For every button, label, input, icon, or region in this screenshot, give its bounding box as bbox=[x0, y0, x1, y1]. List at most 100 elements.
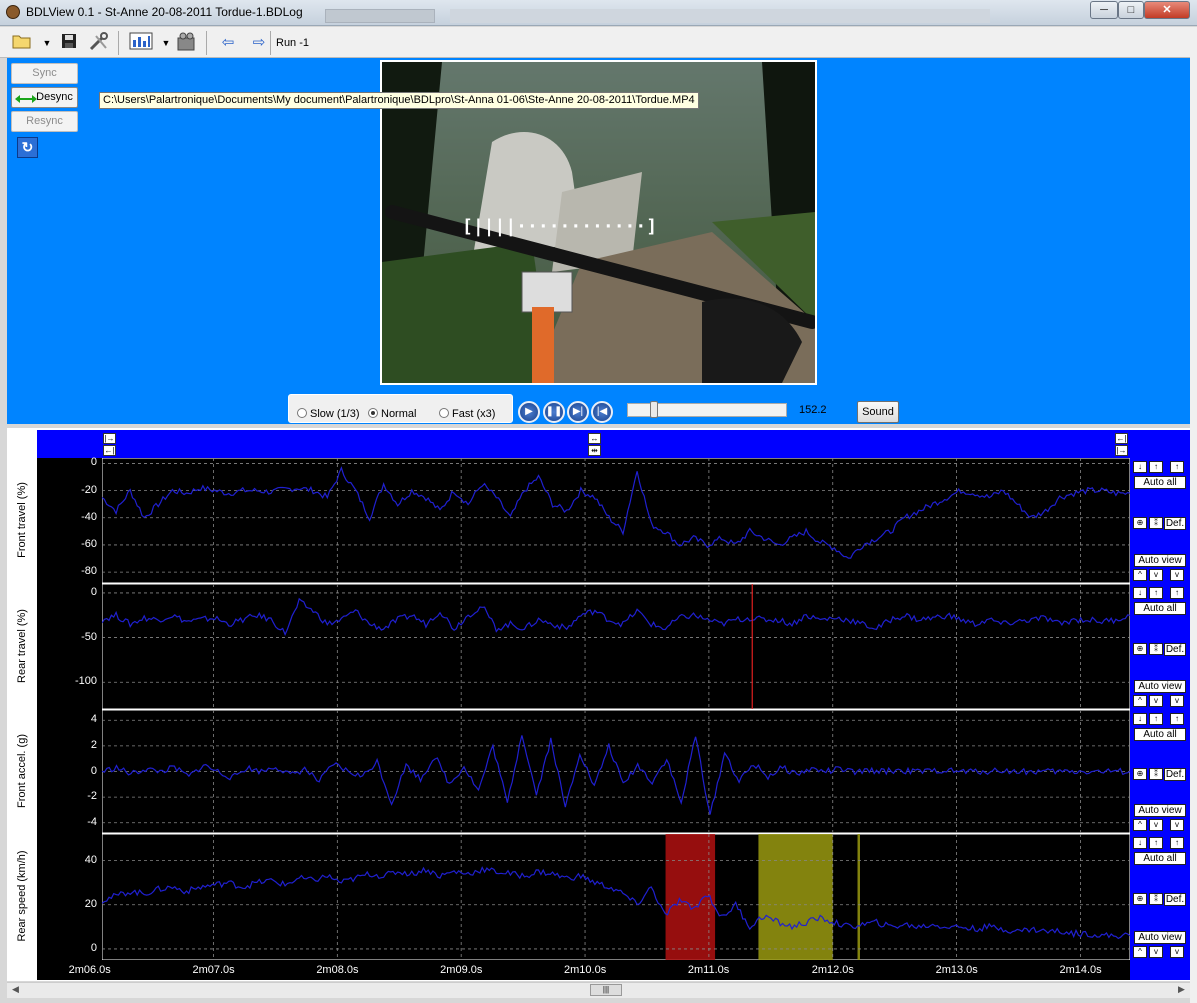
chart-0-auto-all-button[interactable]: Auto all bbox=[1134, 476, 1186, 489]
arrow-right-icon[interactable]: ⇨ bbox=[248, 32, 270, 54]
nav-start-left-icon[interactable]: ←| bbox=[103, 445, 116, 456]
chart-3-scroll-bottom-icon[interactable]: v bbox=[1170, 946, 1184, 958]
play-button[interactable]: ▶ bbox=[518, 401, 540, 423]
radio-slow-dot bbox=[297, 408, 307, 418]
toolbar-separator-3 bbox=[270, 31, 271, 55]
chart-3-scroll-down-icon[interactable]: ↓ bbox=[1133, 837, 1147, 849]
chart-2-shift-up-icon[interactable]: ↑ bbox=[1170, 713, 1184, 725]
chart-3-shift-down-icon[interactable]: ^ bbox=[1133, 946, 1147, 958]
chart-0-default-button[interactable]: Def. bbox=[1164, 517, 1186, 530]
chart-1-zoom-in-icon[interactable]: ⊕ bbox=[1133, 643, 1147, 655]
minimize-button[interactable]: ─ bbox=[1090, 1, 1118, 19]
chart-0-zoom-out-icon[interactable]: ⁑ bbox=[1149, 517, 1163, 529]
chart-1-scroll-bottom-icon[interactable]: v bbox=[1170, 695, 1184, 707]
chart-0-plot[interactable] bbox=[102, 458, 1130, 583]
scroll-left-icon[interactable]: ◀ bbox=[12, 984, 19, 995]
chart-3-zoom-out-icon[interactable]: ⁑ bbox=[1149, 893, 1163, 905]
maximize-button[interactable]: □ bbox=[1118, 1, 1144, 19]
chart-2-scroll-bottom-icon[interactable]: v bbox=[1170, 819, 1184, 831]
close-button[interactable]: ✕ bbox=[1144, 1, 1190, 19]
chart-2-ylabel-wrap: Front accel. (g) bbox=[8, 710, 36, 833]
chart-2-default-button[interactable]: Def. bbox=[1164, 768, 1186, 781]
nav-end-right-icon[interactable]: |→ bbox=[1115, 445, 1128, 456]
radio-fast-dot bbox=[439, 408, 449, 418]
video-slider-thumb[interactable] bbox=[649, 401, 658, 418]
resync-button[interactable]: Resync bbox=[11, 111, 78, 132]
speed-slow-label: Slow (1/3) bbox=[310, 408, 360, 420]
nav-expand-icon[interactable]: ↔ bbox=[588, 433, 601, 444]
chart-3-scale-up-icon[interactable]: ↑ bbox=[1149, 837, 1163, 849]
chart-0-shift-down-icon[interactable]: ^ bbox=[1133, 569, 1147, 581]
x-tick-1: 2m07.0s bbox=[192, 964, 235, 976]
pause-button[interactable]: ❚❚ bbox=[543, 401, 565, 423]
chart-icon[interactable] bbox=[128, 32, 154, 54]
arrow-left-icon[interactable]: ⇦ bbox=[217, 32, 239, 54]
speed-fast-radio[interactable]: Fast (x3) bbox=[439, 408, 495, 420]
chart-2-background bbox=[102, 710, 1130, 833]
chart-0-shift-up-icon[interactable]: ↑ bbox=[1170, 461, 1184, 473]
chart-1-scroll-down-icon[interactable]: ↓ bbox=[1133, 587, 1147, 599]
chart-3-auto-view-button[interactable]: Auto view bbox=[1134, 931, 1186, 944]
chart-1-plot[interactable] bbox=[102, 584, 1130, 709]
toolbar-separator bbox=[118, 31, 119, 55]
chart-3-plot[interactable] bbox=[102, 834, 1130, 960]
chart-2-zoom-in-icon[interactable]: ⊕ bbox=[1133, 768, 1147, 780]
scroll-right-icon[interactable]: ▶ bbox=[1178, 984, 1185, 995]
chart-3-zoom-in-icon[interactable]: ⊕ bbox=[1133, 893, 1147, 905]
chart-1-ylabel-wrap: Rear travel (%) bbox=[8, 584, 36, 709]
chart-3-highlight-2 bbox=[857, 834, 860, 960]
chart-0-scroll-bottom-icon[interactable]: v bbox=[1170, 569, 1184, 581]
open-dropdown-icon[interactable]: ▼ bbox=[36, 32, 58, 54]
next-frame-button[interactable]: ▶| bbox=[567, 401, 589, 423]
app-icon bbox=[6, 5, 20, 19]
chart-1-background bbox=[102, 584, 1130, 709]
chart-2-auto-all-button[interactable]: Auto all bbox=[1134, 728, 1186, 741]
vertical-scrollbar[interactable] bbox=[1190, 27, 1197, 1003]
x-tick-0: 2m06.0s bbox=[68, 964, 111, 976]
chart-1-scale-up-icon[interactable]: ↑ bbox=[1149, 587, 1163, 599]
nav-start-right-icon[interactable]: |→ bbox=[103, 433, 116, 444]
chart-2-scale-up-icon[interactable]: ↑ bbox=[1149, 713, 1163, 725]
chart-1-auto-all-button[interactable]: Auto all bbox=[1134, 602, 1186, 615]
chart-2-scale-down-icon[interactable]: v bbox=[1149, 819, 1163, 831]
chart-0-zoom-in-icon[interactable]: ⊕ bbox=[1133, 517, 1147, 529]
sound-button[interactable]: Sound bbox=[857, 401, 899, 423]
chart-1-default-button[interactable]: Def. bbox=[1164, 643, 1186, 656]
chart-1-ytick-0: 0 bbox=[90, 585, 97, 598]
chart-1-scale-down-icon[interactable]: v bbox=[1149, 695, 1163, 707]
sync-button[interactable]: Sync bbox=[11, 63, 78, 84]
chart-1-zoom-out-icon[interactable]: ⁑ bbox=[1149, 643, 1163, 655]
chart-2-shift-down-icon[interactable]: ^ bbox=[1133, 819, 1147, 831]
open-folder-icon[interactable] bbox=[11, 32, 33, 54]
x-tick-4: 2m10.0s bbox=[564, 964, 607, 976]
tools-icon[interactable] bbox=[88, 32, 110, 54]
speed-slow-radio[interactable]: Slow (1/3) bbox=[297, 408, 360, 420]
nav-collapse-icon[interactable]: ⇹ bbox=[588, 445, 601, 456]
chart-3-shift-up-icon[interactable]: ↑ bbox=[1170, 837, 1184, 849]
chart-0-scroll-down-icon[interactable]: ↓ bbox=[1133, 461, 1147, 473]
horizontal-scroll-thumb[interactable]: ||| bbox=[590, 984, 622, 996]
chart-0-scale-down-icon[interactable]: v bbox=[1149, 569, 1163, 581]
chart-2-auto-view-button[interactable]: Auto view bbox=[1134, 804, 1186, 817]
chart-1-shift-up-icon[interactable]: ↑ bbox=[1170, 587, 1184, 599]
chart-dropdown-icon[interactable]: ▼ bbox=[155, 32, 177, 54]
chart-2-scroll-down-icon[interactable]: ↓ bbox=[1133, 713, 1147, 725]
chart-1-auto-view-button[interactable]: Auto view bbox=[1134, 680, 1186, 693]
chart-2-plot[interactable] bbox=[102, 710, 1130, 833]
run-label: Run -1 bbox=[276, 37, 310, 49]
nav-end-left-icon[interactable]: ←| bbox=[1115, 433, 1128, 444]
chart-0-ytick-4: -80 bbox=[81, 565, 97, 578]
speed-normal-radio[interactable]: Normal bbox=[368, 408, 416, 420]
chart-0-auto-view-button[interactable]: Auto view bbox=[1134, 554, 1186, 567]
chart-0-scale-up-icon[interactable]: ↑ bbox=[1149, 461, 1163, 473]
chart-3-default-button[interactable]: Def. bbox=[1164, 893, 1186, 906]
chart-3-auto-all-button[interactable]: Auto all bbox=[1134, 852, 1186, 865]
refresh-icon[interactable]: ↻ bbox=[17, 137, 38, 158]
x-tick-3: 2m09.0s bbox=[440, 964, 483, 976]
camera-icon[interactable] bbox=[176, 32, 198, 54]
chart-3-scale-down-icon[interactable]: v bbox=[1149, 946, 1163, 958]
rewind-button[interactable]: |◀ bbox=[591, 401, 613, 423]
chart-1-shift-down-icon[interactable]: ^ bbox=[1133, 695, 1147, 707]
chart-2-zoom-out-icon[interactable]: ⁑ bbox=[1149, 768, 1163, 780]
save-icon[interactable] bbox=[58, 32, 80, 54]
